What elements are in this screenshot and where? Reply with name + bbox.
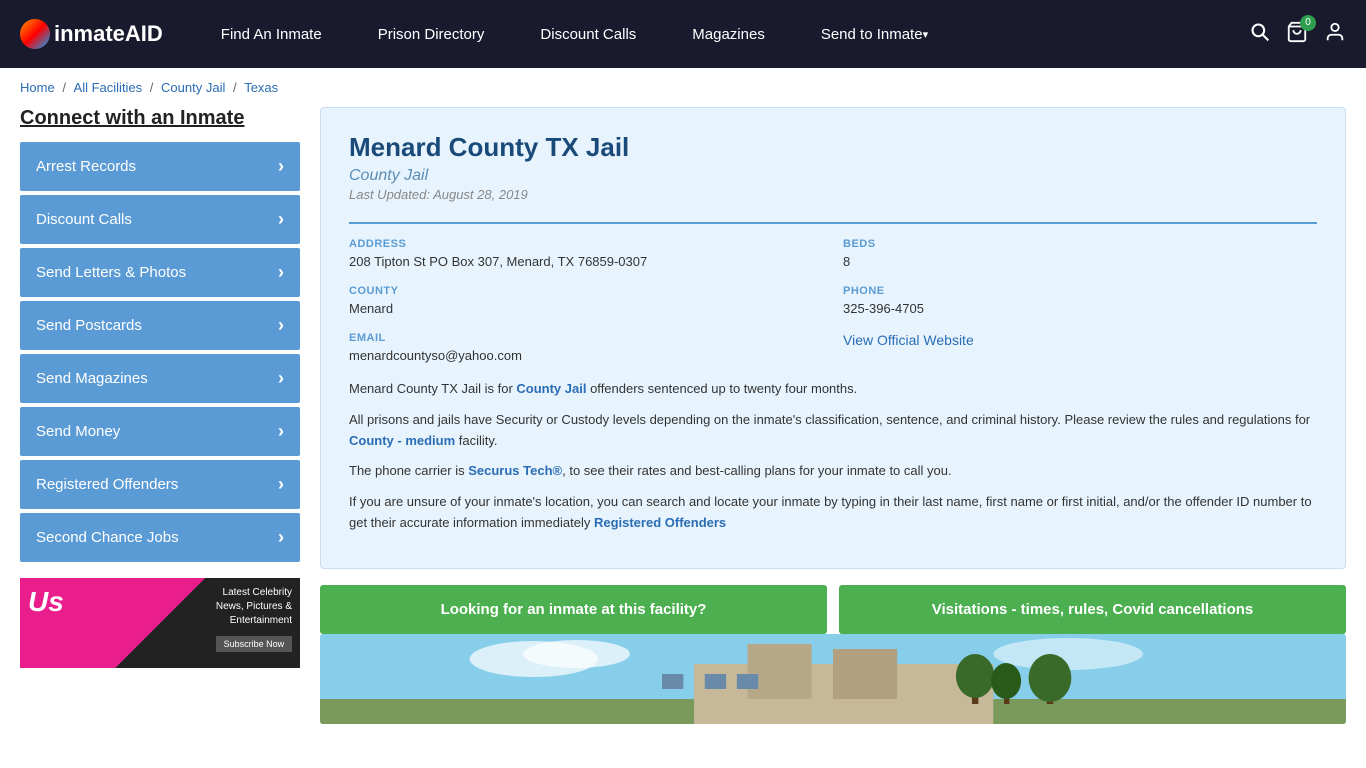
- facility-photo: [320, 634, 1346, 724]
- sidebar-menu: Arrest Records › Discount Calls › Send L…: [20, 142, 300, 562]
- desc-2: All prisons and jails have Security or C…: [349, 410, 1317, 452]
- visitation-button[interactable]: Visitations - times, rules, Covid cancel…: [839, 585, 1346, 634]
- ad-subscribe-button[interactable]: Subscribe Now: [216, 636, 292, 652]
- address-label: ADDRESS: [349, 238, 823, 250]
- breadcrumb-all-facilities[interactable]: All Facilities: [74, 80, 143, 95]
- address-block: ADDRESS 208 Tipton St PO Box 307, Menard…: [349, 238, 823, 269]
- breadcrumb-county-jail[interactable]: County Jail: [161, 80, 225, 95]
- sidebar-item-label: Send Postcards: [36, 317, 142, 334]
- logo-text: inmateAID: [54, 21, 163, 47]
- breadcrumb-sep-1: /: [62, 80, 69, 95]
- facility-info-grid: ADDRESS 208 Tipton St PO Box 307, Menard…: [349, 222, 1317, 363]
- beds-block: BEDS 8: [843, 238, 1317, 269]
- county-label: COUNTY: [349, 285, 823, 297]
- find-inmate-button[interactable]: Looking for an inmate at this facility?: [320, 585, 827, 634]
- sidebar-item-send-money[interactable]: Send Money ›: [20, 407, 300, 456]
- chevron-right-icon: ›: [278, 209, 284, 230]
- cart-button[interactable]: 0: [1286, 21, 1308, 48]
- sidebar-item-label: Send Money: [36, 423, 120, 440]
- county-block: COUNTY Menard: [349, 285, 823, 316]
- sidebar-item-label: Send Letters & Photos: [36, 264, 186, 281]
- sidebar-ad-inner: Us Latest CelebrityNews, Pictures &Enter…: [20, 578, 300, 668]
- chevron-right-icon: ›: [278, 315, 284, 336]
- chevron-right-icon: ›: [278, 421, 284, 442]
- sidebar-item-label: Second Chance Jobs: [36, 529, 179, 546]
- facility-title: Menard County TX Jail: [349, 132, 1317, 163]
- securus-link[interactable]: Securus Tech®: [468, 463, 562, 478]
- main-nav: Find An Inmate Prison Directory Discount…: [193, 0, 1250, 68]
- nav-icons: 0: [1250, 21, 1346, 48]
- sidebar-item-registered-offenders[interactable]: Registered Offenders ›: [20, 460, 300, 509]
- sidebar: Connect with an Inmate Arrest Records › …: [20, 107, 300, 724]
- facility-description: Menard County TX Jail is for County Jail…: [349, 379, 1317, 534]
- chevron-right-icon: ›: [278, 156, 284, 177]
- building-silhouette: [320, 634, 1346, 724]
- search-icon: [1250, 22, 1270, 42]
- desc-1: Menard County TX Jail is for County Jail…: [349, 379, 1317, 400]
- nav-discount-calls[interactable]: Discount Calls: [512, 0, 664, 68]
- facility-updated: Last Updated: August 28, 2019: [349, 187, 1317, 202]
- address-value: 208 Tipton St PO Box 307, Menard, TX 768…: [349, 254, 823, 269]
- main-layout: Connect with an Inmate Arrest Records › …: [0, 107, 1366, 744]
- county-value: Menard: [349, 301, 823, 316]
- nav-send-to-inmate[interactable]: Send to Inmate: [793, 0, 956, 68]
- phone-block: PHONE 325-396-4705: [843, 285, 1317, 316]
- breadcrumb-home[interactable]: Home: [20, 80, 55, 95]
- chevron-right-icon: ›: [278, 527, 284, 548]
- sidebar-item-arrest-records[interactable]: Arrest Records ›: [20, 142, 300, 191]
- sidebar-item-send-magazines[interactable]: Send Magazines ›: [20, 354, 300, 403]
- sidebar-item-second-chance-jobs[interactable]: Second Chance Jobs ›: [20, 513, 300, 562]
- logo-icon: [20, 19, 50, 49]
- beds-value: 8: [843, 254, 1317, 269]
- registered-offenders-link[interactable]: Registered Offenders: [594, 515, 726, 530]
- main-content: Menard County TX Jail County Jail Last U…: [320, 107, 1346, 724]
- breadcrumb-texas[interactable]: Texas: [244, 80, 278, 95]
- sidebar-item-label: Registered Offenders: [36, 476, 178, 493]
- phone-value: 325-396-4705: [843, 301, 1317, 316]
- chevron-right-icon: ›: [278, 262, 284, 283]
- sidebar-item-label: Send Magazines: [36, 370, 148, 387]
- header: inmateAID Find An Inmate Prison Director…: [0, 0, 1366, 68]
- facility-type: County Jail: [349, 167, 1317, 185]
- cart-badge: 0: [1300, 15, 1316, 31]
- email-value: menardcountyso@yahoo.com: [349, 348, 823, 363]
- sidebar-item-discount-calls[interactable]: Discount Calls ›: [20, 195, 300, 244]
- beds-label: BEDS: [843, 238, 1317, 250]
- sidebar-item-label: Arrest Records: [36, 158, 136, 175]
- email-label: EMAIL: [349, 332, 823, 344]
- sidebar-item-label: Discount Calls: [36, 211, 132, 228]
- nav-find-inmate[interactable]: Find An Inmate: [193, 0, 350, 68]
- breadcrumb: Home / All Facilities / County Jail / Te…: [0, 68, 1366, 107]
- breadcrumb-sep-2: /: [150, 80, 157, 95]
- ad-logo: Us: [28, 586, 216, 618]
- search-button[interactable]: [1250, 22, 1270, 47]
- website-block: View Official Website: [843, 332, 1317, 363]
- chevron-right-icon: ›: [278, 474, 284, 495]
- sidebar-title: Connect with an Inmate: [20, 107, 300, 130]
- county-medium-link[interactable]: County - medium: [349, 433, 455, 448]
- desc-4: If you are unsure of your inmate's locat…: [349, 492, 1317, 534]
- chevron-right-icon: ›: [278, 368, 284, 389]
- website-link[interactable]: View Official Website: [843, 332, 974, 348]
- user-icon: [1324, 21, 1346, 43]
- sidebar-item-send-letters[interactable]: Send Letters & Photos ›: [20, 248, 300, 297]
- breadcrumb-sep-3: /: [233, 80, 240, 95]
- ad-headline: Latest CelebrityNews, Pictures &Entertai…: [216, 586, 292, 628]
- email-block: EMAIL menardcountyso@yahoo.com: [349, 332, 823, 363]
- nav-prison-directory[interactable]: Prison Directory: [350, 0, 513, 68]
- user-button[interactable]: [1324, 21, 1346, 48]
- facility-card: Menard County TX Jail County Jail Last U…: [320, 107, 1346, 569]
- logo[interactable]: inmateAID: [20, 19, 163, 49]
- sidebar-item-send-postcards[interactable]: Send Postcards ›: [20, 301, 300, 350]
- phone-label: PHONE: [843, 285, 1317, 297]
- nav-magazines[interactable]: Magazines: [664, 0, 793, 68]
- desc-3: The phone carrier is Securus Tech®, to s…: [349, 461, 1317, 482]
- action-buttons: Looking for an inmate at this facility? …: [320, 585, 1346, 634]
- sidebar-ad[interactable]: Us Latest CelebrityNews, Pictures &Enter…: [20, 578, 300, 668]
- county-jail-link[interactable]: County Jail: [516, 381, 586, 396]
